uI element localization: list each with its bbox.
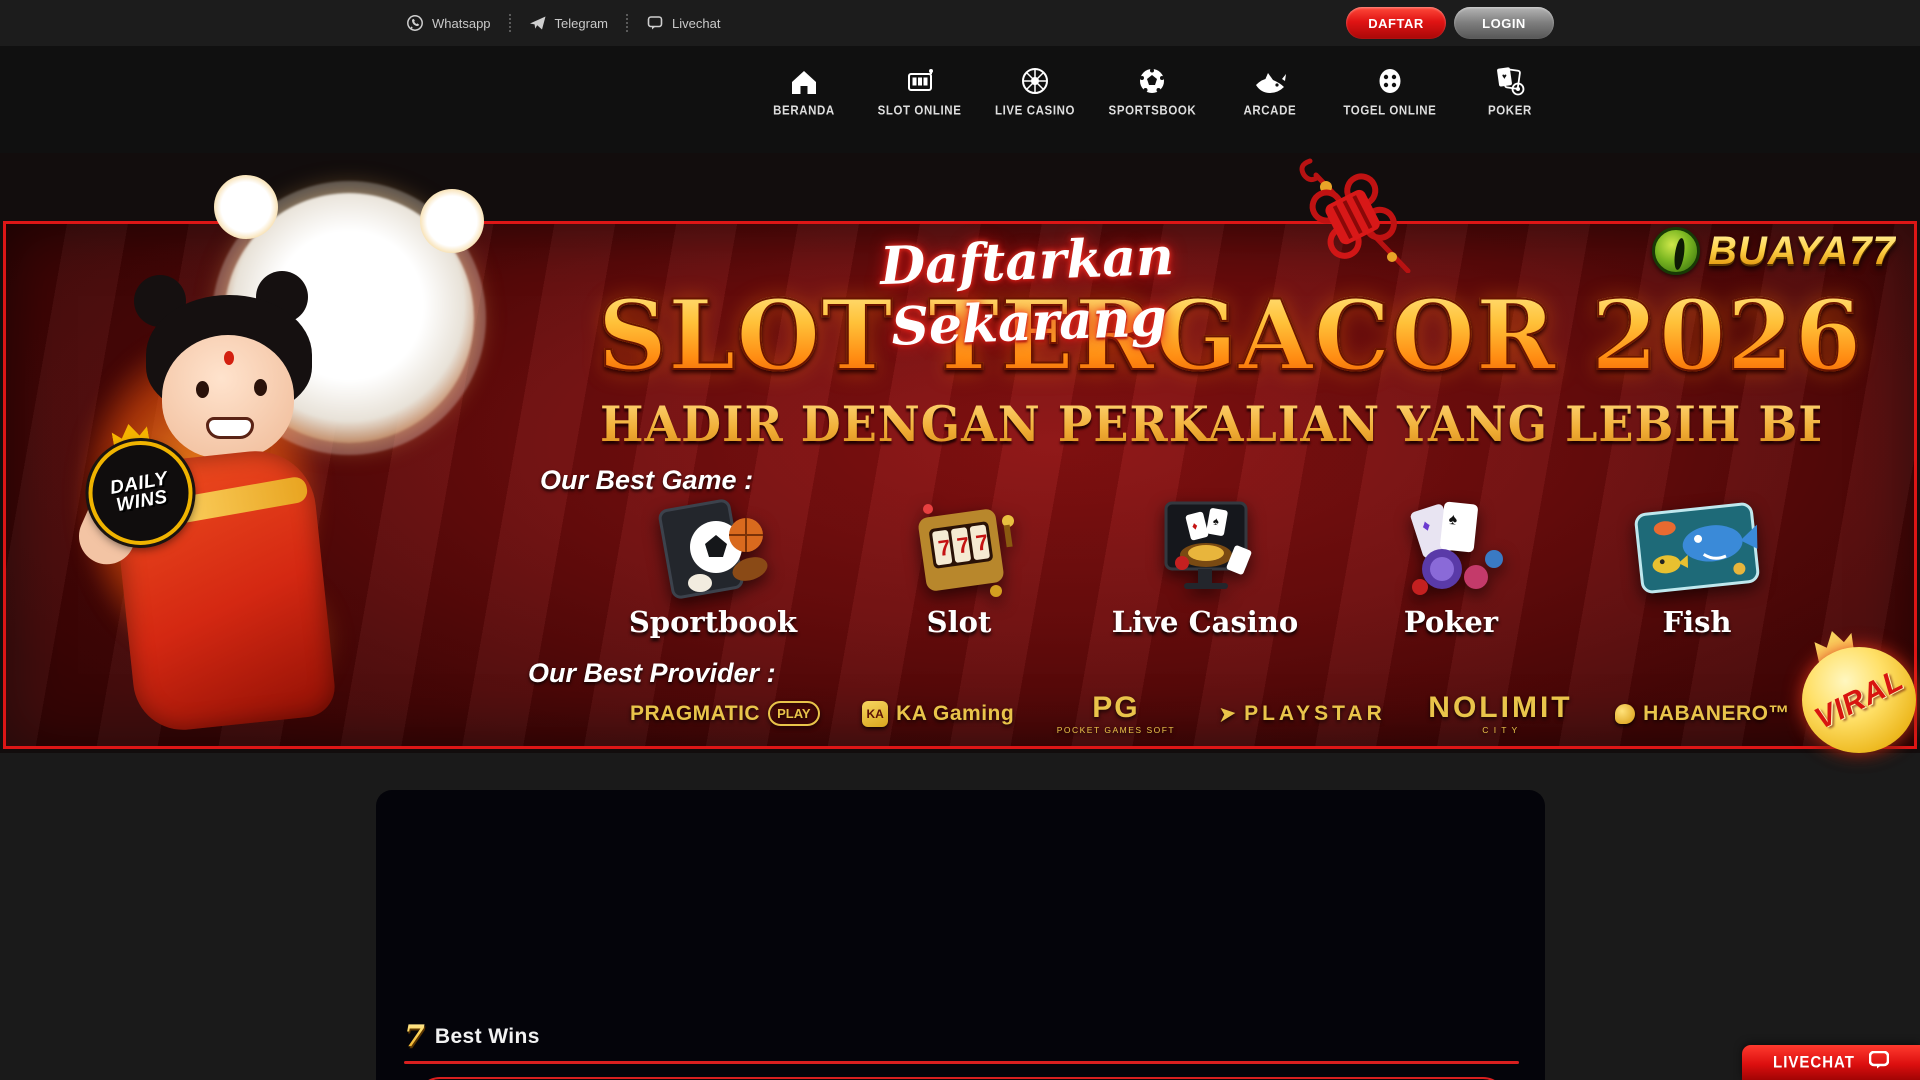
best-wins-title: Best Wins [435, 1025, 540, 1049]
crocodile-eye-icon [1652, 227, 1700, 275]
viral-badge: VIRAL [1796, 633, 1916, 753]
nav-label: ARCADE [1243, 104, 1296, 118]
nav-label: SPORTSBOOK [1109, 104, 1197, 118]
main-navigation: BERANDA SLOT ONLINE LIVE CASINO SPORTSBO… [0, 46, 1920, 153]
soccer-ball-icon [1137, 60, 1167, 96]
game-poker: ♠♦ Poker [1328, 491, 1574, 639]
provider-playstar: ➤ PLAYSTAR [1218, 701, 1386, 727]
svg-text:♥: ♥ [1502, 72, 1507, 81]
nav-item-slot-online[interactable]: SLOT ONLINE [878, 60, 962, 117]
login-button[interactable]: LOGIN [1454, 7, 1554, 39]
game-fish: Fish [1574, 491, 1820, 639]
roulette-icon [1020, 60, 1050, 96]
nav-items: BERANDA SLOT ONLINE LIVE CASINO SPORTSBO… [762, 60, 1552, 117]
livechat-button[interactable]: LIVECHAT [1742, 1045, 1920, 1080]
content-panel: 7 Best Wins [376, 790, 1545, 1080]
game-label: Live Casino [1112, 605, 1298, 639]
whatsapp-link[interactable]: Whatsapp [388, 14, 509, 32]
livechat-button-label: LIVECHAT [1773, 1053, 1855, 1072]
nav-label: POKER [1488, 104, 1532, 118]
provider-ka-gaming: KA KA Gaming [862, 701, 1014, 727]
provider-name: PG [1092, 693, 1139, 723]
nav-item-arcade[interactable]: ARCADE [1228, 60, 1312, 117]
daily-wins-badge: DAILY WINS [79, 427, 201, 553]
provider-name: HABANERO™ [1643, 702, 1790, 726]
provider-name: KA Gaming [896, 702, 1014, 726]
playstar-plane-icon: ➤ [1218, 699, 1236, 728]
providers-row: PRAGMATIC PLAY KA KA Gaming PG POCKET GA… [630, 693, 1790, 735]
sportbook-art-icon [638, 491, 788, 603]
provider-pg-soft: PG POCKET GAMES SOFT [1057, 693, 1175, 735]
nav-item-sportsbook[interactable]: SPORTSBOOK [1109, 60, 1197, 117]
game-sportbook: Sportbook [590, 491, 836, 639]
chat-bubble-icon [1869, 1051, 1889, 1074]
game-slot: 777 Slot [836, 491, 1082, 639]
best-wins-section: 7 Best Wins [404, 1022, 1519, 1080]
poker-art-icon: ♠♦ [1376, 491, 1526, 603]
lottery-ball-icon [1375, 60, 1405, 96]
ka-dice-icon: KA [862, 701, 888, 727]
topbar: Whatsapp Telegram Livechat DAFTAR LOGIN [0, 0, 1920, 46]
live-casino-art-icon: ♦♠ [1130, 491, 1280, 603]
provider-nolimit-city: NOLIMIT C I T Y [1428, 693, 1572, 735]
provider-name: PRAGMATIC [630, 702, 760, 726]
provider-subname: C I T Y [1482, 726, 1519, 735]
provider-subname: POCKET GAMES SOFT [1057, 726, 1175, 735]
whatsapp-label: Whatsapp [432, 16, 491, 31]
whatsapp-icon [406, 14, 424, 32]
contact-links: Whatsapp Telegram Livechat [388, 0, 738, 46]
game-live-casino: ♦♠ Live Casino [1082, 491, 1328, 639]
shark-icon [1253, 60, 1287, 96]
livechat-icon [646, 14, 664, 32]
nav-label: LIVE CASINO [995, 104, 1075, 118]
daftar-button[interactable]: DAFTAR [1346, 7, 1446, 39]
site-logo: BUAYA77 [1652, 227, 1896, 275]
telegram-icon [529, 14, 547, 32]
best-provider-label: Our Best Provider : [528, 658, 776, 689]
nav-label: BERANDA [773, 104, 835, 118]
nav-item-poker[interactable]: ♥ POKER [1468, 60, 1552, 117]
red-divider [404, 1061, 1519, 1064]
game-label: Slot [927, 605, 992, 639]
game-label: Poker [1404, 605, 1498, 639]
slot-art-icon: 777 [884, 491, 1034, 603]
viral-label: VIRAL [1809, 663, 1909, 736]
promo-banner[interactable]: Daftarkan Sekarang SLOT TERGACOR 2026 HA… [0, 153, 1920, 753]
fish-art-icon [1617, 491, 1777, 603]
nav-item-beranda[interactable]: BERANDA [762, 60, 846, 117]
auth-buttons: DAFTAR LOGIN [1346, 7, 1554, 39]
provider-habanero: HABANERO™ [1615, 702, 1790, 726]
slot-machine-icon [905, 60, 935, 96]
banner-script-tagline: Daftarkan Sekarang [821, 224, 1235, 360]
game-label: Sportbook [629, 605, 797, 639]
nav-item-live-casino[interactable]: LIVE CASINO [993, 60, 1077, 117]
chinese-knot-ornament [1282, 153, 1438, 278]
nav-item-togel-online[interactable]: TOGEL ONLINE [1343, 60, 1436, 117]
home-icon [789, 60, 819, 96]
provider-name: NOLIMIT [1428, 693, 1572, 723]
provider-pragmatic-play: PRAGMATIC PLAY [630, 701, 820, 726]
nav-label: SLOT ONLINE [878, 104, 962, 118]
livechat-label: Livechat [672, 16, 720, 31]
game-label: Fish [1662, 605, 1731, 639]
lucky-seven-icon: 7 [404, 1022, 425, 1052]
brand-name: BUAYA77 [1708, 229, 1896, 274]
habanero-pepper-icon [1615, 704, 1635, 724]
best-games-row: Sportbook 777 Slot ♦♠ Live Casino ♠♦ Pok… [590, 491, 1820, 639]
pragmatic-play-pill: PLAY [768, 701, 819, 726]
telegram-link[interactable]: Telegram [509, 14, 626, 32]
livechat-link[interactable]: Livechat [626, 14, 738, 32]
provider-name: PLAYSTAR [1244, 702, 1386, 726]
poker-cards-icon: ♥ [1494, 60, 1526, 96]
banner-subheadline: HADIR DENGAN PERKALIAN YANG LEBIH BESAR [600, 395, 1820, 452]
telegram-label: Telegram [555, 16, 608, 31]
nav-label: TOGEL ONLINE [1343, 104, 1436, 118]
